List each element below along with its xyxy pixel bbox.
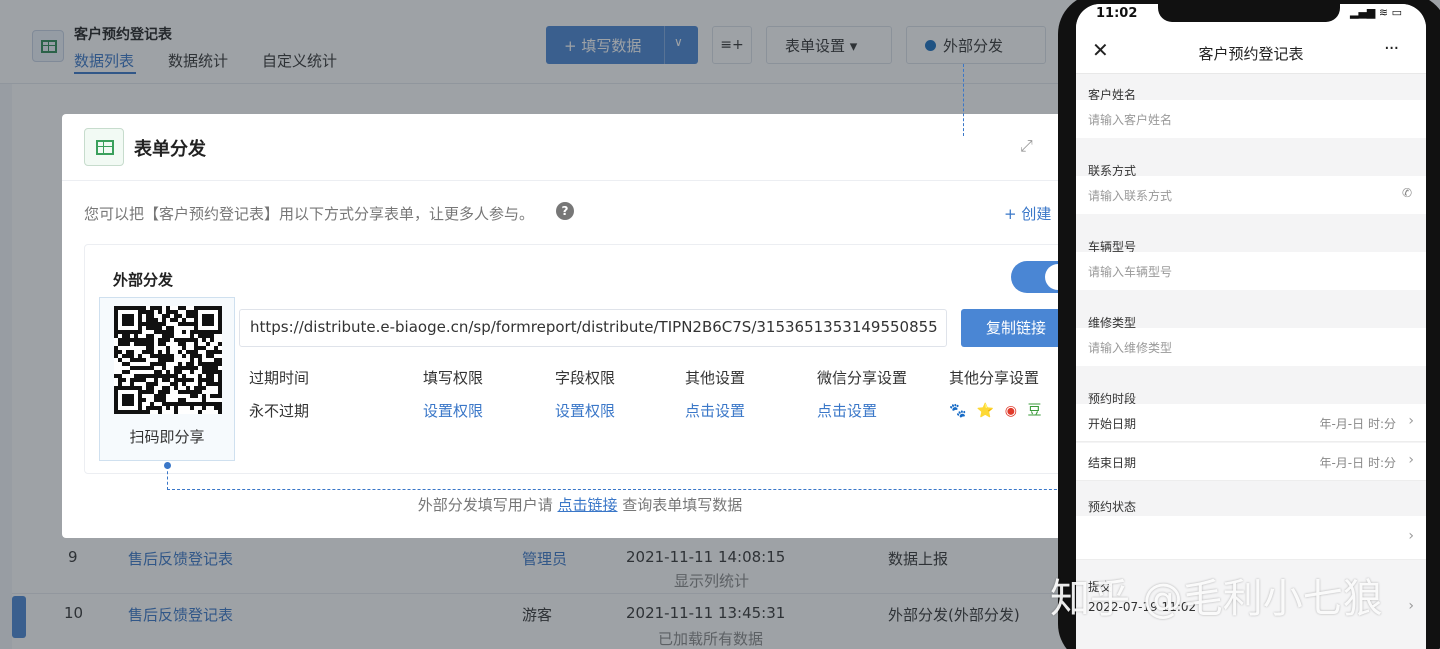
col-header-other-share: 其他分享设置 — [949, 369, 1040, 387]
start-date-picker[interactable]: 开始日期 年-月-日 时:分 › — [1076, 404, 1426, 442]
qr-code-box[interactable]: 扫码即分享 — [99, 297, 235, 461]
status-bar: 11:02 ▂▄▆ ≋ ▭ — [1076, 4, 1426, 30]
fill-permission-link[interactable]: 设置权限 — [423, 400, 483, 421]
qzone-star-icon[interactable]: ⭐ — [977, 403, 994, 419]
modal-title: 表单分发 — [134, 139, 206, 160]
chevron-right-icon: › — [1408, 528, 1414, 544]
phone-notch — [1158, 4, 1340, 22]
contact-input[interactable]: 请输入联系方式 ✆ — [1076, 176, 1426, 214]
start-date-value: 年-月-日 时:分 — [1319, 417, 1396, 431]
modal-description: 您可以把【客户预约登记表】用以下方式分享表单，让更多人参与。 — [84, 205, 535, 223]
placeholder: 请输入维修类型 — [1088, 341, 1173, 355]
placeholder: 请输入客户姓名 — [1088, 113, 1173, 127]
more-icon[interactable]: ··· — [1384, 38, 1399, 59]
phone-frame: 11:02 ▂▄▆ ≋ ▭ ✕ 客户预约登记表 ··· 客户姓名 请输入客户姓名… — [1058, 0, 1440, 649]
footnote: 外部分发填写用户请 点击链接 查询表单填写数据 — [0, 494, 1160, 515]
field-label: 预约状态 — [1088, 500, 1137, 514]
status-time: 11:02 — [1096, 6, 1138, 21]
col-header-fill-permission: 填写权限 — [423, 369, 484, 387]
chevron-right-icon: › — [1408, 413, 1414, 429]
other-settings-link[interactable]: 点击设置 — [685, 400, 745, 421]
form-distribution-modal: 表单分发 ⤢ 您可以把【客户预约登记表】用以下方式分享表单，让更多人参与。 ? … — [62, 114, 1124, 538]
qr-code-icon — [114, 306, 222, 414]
expand-icon[interactable]: ⤢ — [1020, 136, 1040, 156]
other-share-icons: 🐾 ⭐ ◉ 豆 — [949, 400, 1047, 420]
share-card-title: 外部分发 — [113, 271, 174, 289]
end-date-value: 年-月-日 时:分 — [1319, 456, 1396, 470]
baidu-icon[interactable]: 🐾 — [949, 403, 966, 419]
divider — [62, 180, 1102, 181]
help-icon[interactable]: ? — [556, 202, 574, 220]
mobile-nav-bar: ✕ 客户预约登记表 ··· — [1076, 30, 1426, 74]
chevron-right-icon: › — [1408, 598, 1414, 614]
share-url-field[interactable]: https://distribute.e-biaoge.cn/sp/formre… — [239, 309, 947, 347]
start-date-label: 开始日期 — [1088, 417, 1137, 431]
connector-line — [167, 489, 1097, 490]
form-table-icon — [84, 128, 124, 166]
watermark: 知乎 @毛利小七狼 — [1050, 576, 1383, 622]
end-date-label: 结束日期 — [1088, 456, 1137, 470]
col-header-expiry: 过期时间 — [249, 369, 310, 387]
external-share-card: 外部分发 扫码即分享 https://distribute.e-biaoge.c… — [84, 244, 1124, 474]
connector-line — [167, 466, 168, 490]
col-header-wechat-share: 微信分享设置 — [817, 369, 908, 387]
douban-icon[interactable]: 豆 — [1027, 403, 1041, 419]
connector-line — [963, 64, 964, 136]
query-data-link[interactable]: 点击链接 — [557, 496, 617, 514]
phone-screen: 11:02 ▂▄▆ ≋ ▭ ✕ 客户预约登记表 ··· 客户姓名 请输入客户姓名… — [1076, 4, 1426, 649]
weibo-icon[interactable]: ◉ — [1005, 403, 1017, 419]
footnote-text: 查询表单填写数据 — [622, 496, 743, 514]
phone-icon: ✆ — [1401, 186, 1412, 200]
chevron-right-icon: › — [1408, 452, 1414, 468]
col-header-other-settings: 其他设置 — [685, 369, 746, 387]
wechat-share-link[interactable]: 点击设置 — [817, 400, 877, 421]
footnote-text: 外部分发填写用户请 — [417, 496, 553, 514]
vehicle-model-input[interactable]: 请输入车辆型号 — [1076, 252, 1426, 290]
expiry-value: 永不过期 — [249, 402, 310, 420]
copy-link-button[interactable]: 复制链接 — [961, 309, 1071, 347]
mobile-page-title: 客户预约登记表 — [1198, 45, 1304, 63]
placeholder: 请输入车辆型号 — [1088, 265, 1173, 279]
qr-caption: 扫码即分享 — [129, 428, 205, 446]
end-date-picker[interactable]: 结束日期 年-月-日 时:分 › — [1076, 443, 1426, 481]
create-distribution-link[interactable]: + 创建 — [1004, 203, 1051, 224]
placeholder: 请输入联系方式 — [1088, 189, 1173, 203]
col-header-field-permission: 字段权限 — [555, 369, 616, 387]
signal-wifi-battery-icon: ▂▄▆ ≋ ▭ — [1350, 6, 1402, 19]
field-permission-link[interactable]: 设置权限 — [555, 400, 615, 421]
repair-type-input[interactable]: 请输入维修类型 — [1076, 328, 1426, 366]
customer-name-input[interactable]: 请输入客户姓名 — [1076, 100, 1426, 138]
status-select[interactable]: › — [1076, 516, 1426, 560]
